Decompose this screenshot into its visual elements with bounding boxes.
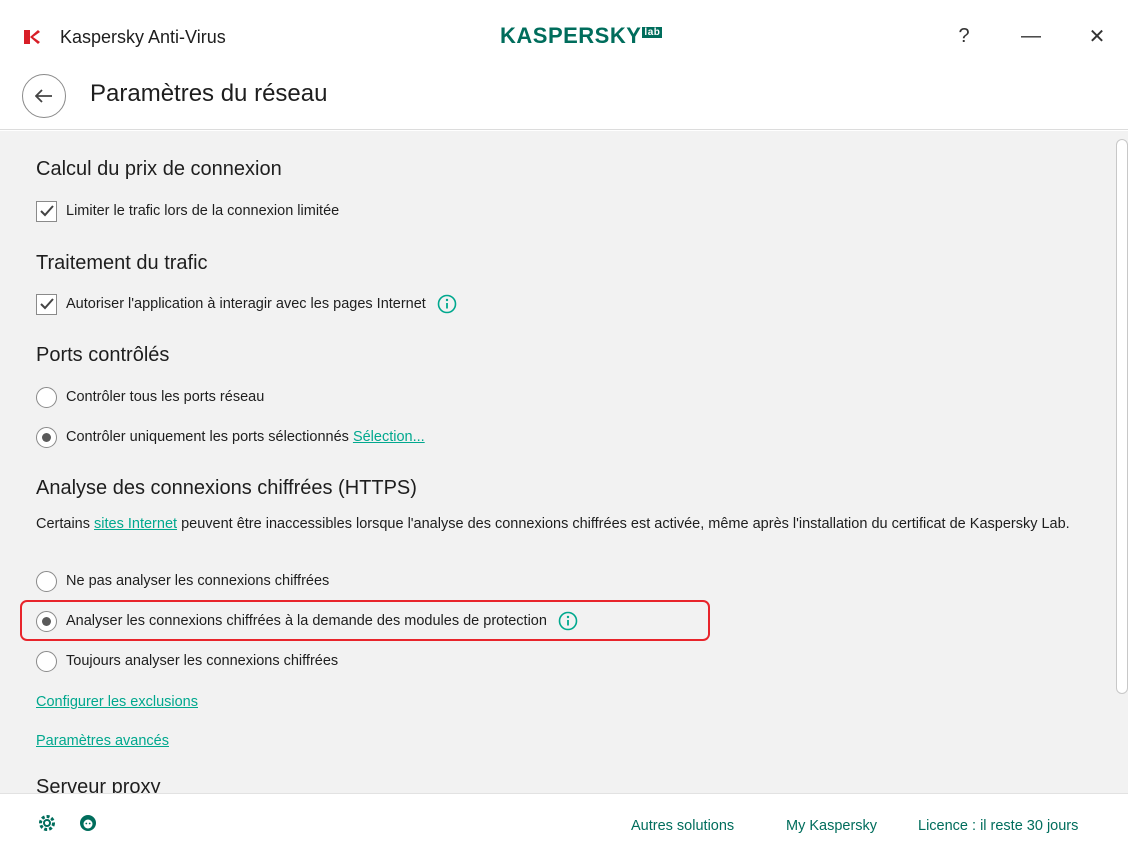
- close-icon: ✕: [1088, 25, 1106, 48]
- sites-internet-link[interactable]: sites Internet: [94, 516, 177, 532]
- page-header: Paramètres du réseau: [0, 74, 1128, 130]
- configure-exclusions-link[interactable]: Configurer les exclusions: [36, 694, 198, 710]
- https-option-always[interactable]: Toujours analyser les connexions chiffré…: [36, 649, 338, 673]
- footer: Autres solutions My Kaspersky Licence : …: [0, 793, 1128, 843]
- https-desc-start: Certains: [36, 516, 95, 532]
- selected-ports-option[interactable]: Contrôler uniquement les ports sélection…: [36, 425, 425, 449]
- https-on-demand-label: Analyser les connexions chiffrées à la d…: [66, 613, 547, 629]
- checkmark-icon: [39, 205, 54, 217]
- https-desc-end: peuvent être inaccessibles lorsque l'ana…: [177, 516, 1070, 532]
- limit-traffic-label: Limiter le trafic lors de la connexion l…: [66, 203, 340, 219]
- page-title: Paramètres du réseau: [90, 80, 328, 107]
- scrollbar[interactable]: [1112, 131, 1128, 793]
- limit-traffic-option[interactable]: Limiter le trafic lors de la connexion l…: [36, 199, 339, 223]
- scrollbar-thumb[interactable]: [1116, 139, 1128, 694]
- https-always-radio[interactable]: [36, 650, 57, 672]
- section-title-https: Analyse des connexions chiffrées (HTTPS): [36, 477, 417, 499]
- allow-interaction-option[interactable]: Autoriser l'application à interagir avec…: [36, 292, 458, 316]
- https-always-label: Toujours analyser les connexions chiffré…: [66, 653, 339, 669]
- app-title: Kaspersky Anti-Virus: [60, 27, 226, 47]
- back-button[interactable]: [22, 74, 66, 118]
- other-solutions-link[interactable]: Autres solutions: [631, 818, 734, 834]
- section-title-connection-cost: Calcul du prix de connexion: [36, 158, 282, 180]
- support-icon[interactable]: [78, 813, 98, 833]
- allow-interaction-checkbox[interactable]: [36, 293, 57, 315]
- kaspersky-logo-icon: [24, 30, 40, 44]
- back-arrow-icon: [35, 89, 52, 103]
- checkmark-icon: [39, 298, 54, 310]
- https-none-label: Ne pas analyser les connexions chiffrées: [66, 573, 330, 589]
- https-none-radio[interactable]: [36, 570, 57, 592]
- section-title-traffic: Traitement du trafic: [36, 252, 208, 274]
- settings-content: Calcul du prix de connexion Limiter le t…: [0, 131, 1112, 793]
- settings-gear-icon[interactable]: [37, 813, 57, 833]
- advanced-settings-link[interactable]: Paramètres avancés: [36, 733, 169, 749]
- license-link[interactable]: Licence : il reste 30 jours: [918, 818, 1078, 834]
- minimize-icon: —: [1021, 24, 1041, 47]
- limit-traffic-checkbox[interactable]: [36, 200, 57, 222]
- https-on-demand-radio[interactable]: [36, 610, 57, 632]
- my-kaspersky-link[interactable]: My Kaspersky: [786, 818, 877, 834]
- https-option-none[interactable]: Ne pas analyser les connexions chiffrées: [36, 569, 329, 593]
- ports-selection-link[interactable]: Sélection...: [353, 429, 425, 445]
- brand-wordmark: KASPERSKY: [500, 23, 642, 48]
- section-title-proxy: Serveur proxy: [36, 776, 161, 793]
- info-icon[interactable]: [557, 610, 579, 632]
- close-button[interactable]: ✕: [1077, 18, 1117, 54]
- section-title-ports: Ports contrôlés: [36, 344, 170, 366]
- allow-interaction-label: Autoriser l'application à interagir avec…: [66, 296, 426, 312]
- selected-ports-label: Contrôler uniquement les ports sélection…: [66, 429, 349, 445]
- minimize-button[interactable]: —: [1011, 18, 1051, 54]
- info-icon[interactable]: [436, 293, 458, 315]
- selected-ports-radio[interactable]: [36, 426, 57, 448]
- all-ports-radio[interactable]: [36, 386, 57, 408]
- brand-lab-badge: lab: [642, 27, 663, 38]
- title-bar: Kaspersky Anti-Virus KASPERSKY lab ? — ✕: [0, 0, 1128, 74]
- https-description: Certains sites Internet peuvent être ina…: [36, 513, 1086, 535]
- https-option-on-demand[interactable]: Analyser les connexions chiffrées à la d…: [36, 609, 579, 633]
- help-button[interactable]: ?: [944, 18, 984, 54]
- all-ports-label: Contrôler tous les ports réseau: [66, 389, 265, 405]
- all-ports-option[interactable]: Contrôler tous les ports réseau: [36, 385, 264, 409]
- brand-logo: KASPERSKY lab: [500, 23, 663, 49]
